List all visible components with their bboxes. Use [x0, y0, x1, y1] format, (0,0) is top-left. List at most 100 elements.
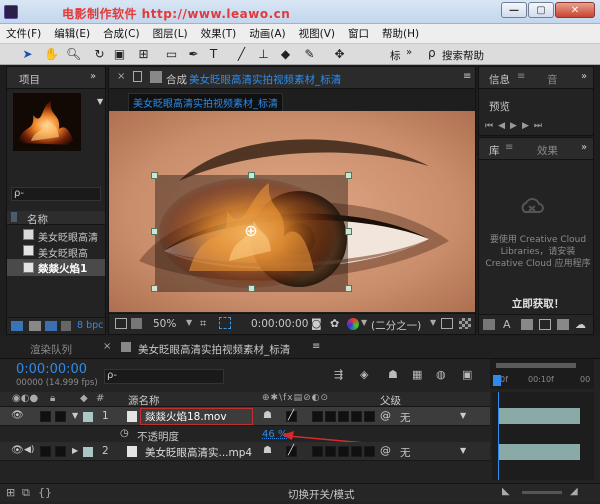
layer-row[interactable]: 👁︎ ◀) ▶ 2 美女眨眼高清实...mp4 ☗ ╱ @ 无 ▼ [0, 442, 490, 461]
transparency-grid-icon[interactable] [459, 318, 471, 329]
puppet-pin-tool-icon[interactable]: ✥ [332, 47, 347, 62]
project-item[interactable]: 美女眨眼高 [7, 243, 105, 260]
layer-name-field[interactable]: 燚燚火焰18.mov [140, 408, 253, 425]
transform-handle[interactable] [345, 172, 352, 179]
col-parent[interactable]: 父级 [380, 393, 401, 408]
info-menu-icon[interactable]: ≡ [517, 71, 525, 82]
stopwatch-icon[interactable]: ◷ [120, 428, 129, 439]
zoom-in-icon[interactable]: ◢ [570, 486, 578, 497]
lock-icon[interactable] [133, 71, 142, 82]
brush-tool-icon[interactable]: ╱ [234, 47, 249, 62]
eraser-tool-icon[interactable]: ◆ [278, 47, 293, 62]
fast-previews-icon[interactable] [441, 318, 453, 329]
visibility-eye-icon[interactable]: 👁︎ [11, 410, 24, 421]
shy-switch-icon[interactable]: ☗ [263, 410, 272, 421]
adjustment-switch[interactable] [351, 446, 362, 457]
parent-dropdown[interactable]: 无 [400, 410, 411, 425]
project-item-selected[interactable]: 燚燚火焰1 [7, 259, 105, 276]
pan-behind-tool-icon[interactable]: ⊞ [136, 47, 151, 62]
resolution-dropdown[interactable]: (二分之一) [371, 318, 421, 333]
new-folder-icon[interactable] [29, 321, 41, 331]
close-tab-icon[interactable]: × [117, 71, 125, 82]
pick-whip-icon[interactable]: @ [380, 444, 391, 457]
panel-more-icon[interactable]: » [581, 71, 587, 82]
maximize-button[interactable]: ▢ [528, 2, 554, 18]
camera-tool-icon[interactable]: ▣ [112, 47, 127, 62]
region-of-interest-icon[interactable] [219, 317, 231, 329]
menu-effect[interactable]: 效果(T) [201, 26, 237, 41]
timeline-search-input[interactable]: ρ- [104, 369, 224, 384]
search-icon[interactable]: ρ [428, 46, 436, 60]
close-button[interactable]: ✕ [555, 2, 595, 18]
text-tool-icon[interactable]: T [206, 47, 221, 62]
audio-tab[interactable]: 音 [547, 72, 558, 87]
pick-whip-icon[interactable]: @ [380, 409, 391, 422]
hand-tool-icon[interactable]: ✋ [44, 47, 59, 62]
selection-tool-icon[interactable]: ➤ [20, 47, 35, 62]
get-now-link[interactable]: 立即获取！ [485, 296, 591, 311]
delete-icon[interactable] [61, 321, 71, 331]
frame-blend-switch[interactable] [325, 446, 336, 457]
comp-breadcrumb[interactable]: 美女眨眼高清实拍视频素材_标清 [128, 93, 283, 112]
transform-handle[interactable] [151, 285, 158, 292]
menu-window[interactable]: 窗口 [348, 26, 369, 41]
motion-blur-switch[interactable] [338, 446, 349, 457]
grid-toggle-icon[interactable]: ⌗ [200, 317, 206, 331]
library-menu-icon[interactable]: ≡ [505, 142, 513, 153]
rectangle-tool-icon[interactable]: ▭ [164, 47, 179, 62]
zoom-tool-icon[interactable]: 🔍︎ [66, 47, 81, 62]
shy-layers-icon[interactable]: ☗ [388, 368, 398, 381]
project-item[interactable]: 美女眨眼高清 [7, 227, 105, 244]
channel-dropdown-icon[interactable]: ▼ [361, 318, 367, 327]
playhead[interactable] [493, 375, 501, 386]
pen-tool-icon[interactable]: ✒ [186, 47, 201, 62]
paragraph-icon[interactable] [557, 319, 569, 330]
zoom-dropdown[interactable]: 50% [153, 318, 176, 330]
project-search-input[interactable]: ρ- [11, 187, 101, 201]
render-queue-tab[interactable]: 渲染队列 [30, 342, 72, 357]
composition-viewer[interactable]: ⊕ [109, 111, 475, 312]
draft-3d-icon[interactable]: ◈ [360, 368, 368, 381]
close-tab-icon[interactable]: × [103, 341, 111, 352]
lock-switch[interactable] [55, 411, 66, 422]
rotate-tool-icon[interactable]: ↻ [92, 47, 107, 62]
panel-menu-icon[interactable]: ≡ [312, 341, 320, 352]
motion-blur-icon[interactable]: ◍ [436, 368, 446, 381]
panel-menu-icon[interactable]: ≡ [463, 71, 471, 82]
layer-bar[interactable] [498, 408, 580, 424]
workspace-label[interactable]: 标 [390, 48, 401, 63]
timeline-timecode[interactable]: 0:00:00:00 [16, 362, 87, 377]
parent-dropdown[interactable]: 无 [400, 445, 411, 460]
menu-file[interactable]: 文件(F) [6, 26, 41, 41]
clone-stamp-tool-icon[interactable]: ⊥ [256, 47, 271, 62]
interpret-footage-icon[interactable] [11, 321, 23, 331]
new-composition-icon[interactable] [45, 321, 57, 331]
menu-animation[interactable]: 动画(A) [249, 26, 285, 41]
anchor-point-icon[interactable]: ⊕ [242, 222, 260, 240]
menu-edit[interactable]: 编辑(E) [54, 26, 90, 41]
menu-view[interactable]: 视图(V) [299, 26, 335, 41]
lock-switch[interactable] [55, 446, 66, 457]
graph-editor-icon[interactable]: ▣ [462, 368, 472, 381]
3d-layer-switch[interactable] [364, 446, 375, 457]
cc-sync-icon[interactable]: ☁ [575, 318, 586, 331]
track-area[interactable] [492, 392, 594, 480]
always-preview-icon[interactable] [115, 318, 127, 329]
solo-switch[interactable] [40, 446, 51, 457]
col-name-label[interactable]: 名称 [27, 212, 48, 227]
col-source-name[interactable]: 源名称 [128, 393, 160, 408]
library-item-icon[interactable] [483, 319, 495, 330]
timeline-tab[interactable]: 美女眨眼高清实拍视频素材_标清 [138, 342, 290, 357]
toggle-switches-modes[interactable]: 切换开关/模式 [288, 487, 355, 502]
label-color-chip[interactable] [83, 412, 93, 422]
solo-switch[interactable] [40, 411, 51, 422]
style-icon[interactable] [539, 319, 551, 330]
audio-icon[interactable]: ◀) [24, 445, 34, 455]
magnification-icon[interactable] [131, 318, 142, 329]
preview-controls[interactable]: ⏮◀▶▶⏭ [485, 121, 547, 131]
expand-arrow-icon[interactable]: ▶ [72, 446, 78, 455]
frame-blending-icon[interactable]: ▦ [412, 368, 422, 381]
time-ruler[interactable]: 0f 00:10f 00 [490, 359, 594, 389]
transform-handle[interactable] [248, 285, 255, 292]
transform-handle[interactable] [248, 172, 255, 179]
